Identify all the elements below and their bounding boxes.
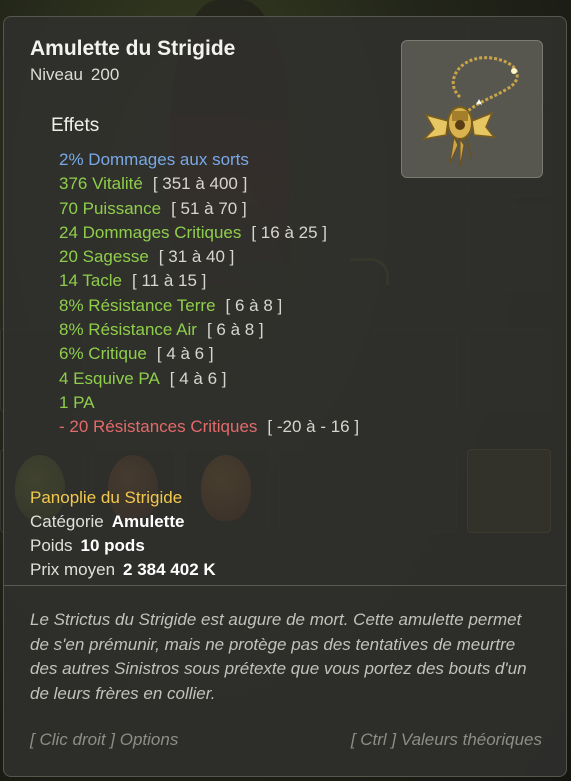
effects-list: 2% Dommages aux sorts 376 Vitalité [ 351 à… [59, 148, 399, 440]
category-value: Amulette [111, 512, 185, 531]
item-level: Niveau 200 [30, 65, 119, 85]
effect-line: 14 Tacle [ 11 à 15 ] [59, 269, 399, 293]
effect-text: 70 Puissance [59, 198, 162, 218]
weight-value: 10 pods [80, 536, 145, 555]
game-scene: Amulette du Strigide Niveau 200 Effets 2… [0, 0, 571, 781]
price-row: Prix moyen 2 384 402 K [30, 560, 216, 580]
level-label: Niveau [30, 65, 83, 84]
divider [4, 585, 566, 586]
price-label: Prix moyen [30, 560, 116, 579]
price-value: 2 384 402 K [123, 560, 216, 579]
effect-line: - 20 Résistances Critiques [ -20 à - 16 ] [59, 415, 399, 439]
effect-range: [ 351 à 400 ] [152, 174, 248, 194]
effect-text: 6% Critique [59, 344, 147, 364]
effect-range: [ -20 à - 16 ] [267, 417, 360, 437]
effect-range: [ 51 à 70 ] [171, 198, 247, 218]
level-value: 200 [90, 65, 120, 84]
effect-text: 4 Esquive PA [59, 368, 160, 388]
effect-range: [ 6 à 8 ] [206, 320, 264, 340]
hint-ctrl: [ Ctrl ] Valeurs théoriques [350, 730, 542, 749]
effect-line: 6% Critique [ 4 à 6 ] [59, 342, 399, 366]
effect-line: 1 PA [59, 391, 399, 415]
item-image-frame [401, 40, 543, 178]
effect-line: 24 Dommages Critiques [ 16 à 25 ] [59, 221, 399, 245]
effect-text: 14 Tacle [59, 271, 123, 291]
effect-range: [ 4 à 6 ] [156, 344, 214, 364]
amulet-icon [421, 56, 519, 168]
effect-range: [ 6 à 8 ] [225, 295, 283, 315]
effect-line: 4 Esquive PA [ 4 à 6 ] [59, 367, 399, 391]
item-description: Le Strictus du Strigide est augure de mo… [30, 610, 527, 703]
effect-line: 70 Puissance [ 51 à 70 ] [59, 197, 399, 221]
effect-line: 8% Résistance Terre [ 6 à 8 ] [59, 294, 399, 318]
hint-right-click: [ Clic droit ] Options [30, 730, 179, 749]
effect-text: 376 Vitalité [59, 174, 143, 194]
effect-line: 20 Sagesse [ 31 à 40 ] [59, 245, 399, 269]
effect-range: [ 11 à 15 ] [132, 271, 207, 291]
item-name: Amulette du Strigide [30, 37, 236, 60]
effect-text: 1 PA [59, 392, 95, 412]
effect-text: 8% Résistance Air [59, 320, 197, 340]
effect-line: 376 Vitalité [ 351 à 400 ] [59, 172, 399, 196]
effect-text: 2% Dommages aux sorts [59, 150, 249, 169]
effect-range: [ 4 à 6 ] [169, 368, 227, 388]
effect-range: [ 16 à 25 ] [251, 222, 327, 242]
effect-range: [ 31 à 40 ] [158, 247, 235, 267]
effect-line: 8% Résistance Air [ 6 à 8 ] [59, 318, 399, 342]
category-label: Catégorie [30, 512, 104, 531]
set-link[interactable]: Panoplie du Strigide [30, 488, 182, 508]
effect-text: 20 Sagesse [59, 247, 149, 267]
weight-row: Poids 10 pods [30, 536, 145, 556]
effect-text: 8% Résistance Terre [59, 295, 216, 315]
weight-label: Poids [30, 536, 73, 555]
category-row: Catégorie Amulette [30, 512, 184, 532]
effects-heading: Effets [51, 115, 100, 136]
item-tooltip: Amulette du Strigide Niveau 200 Effets 2… [3, 16, 567, 777]
effect-line: 2% Dommages aux sorts [59, 148, 399, 172]
effect-text: 24 Dommages Critiques [59, 222, 242, 242]
effect-text: - 20 Résistances Critiques [59, 417, 258, 437]
